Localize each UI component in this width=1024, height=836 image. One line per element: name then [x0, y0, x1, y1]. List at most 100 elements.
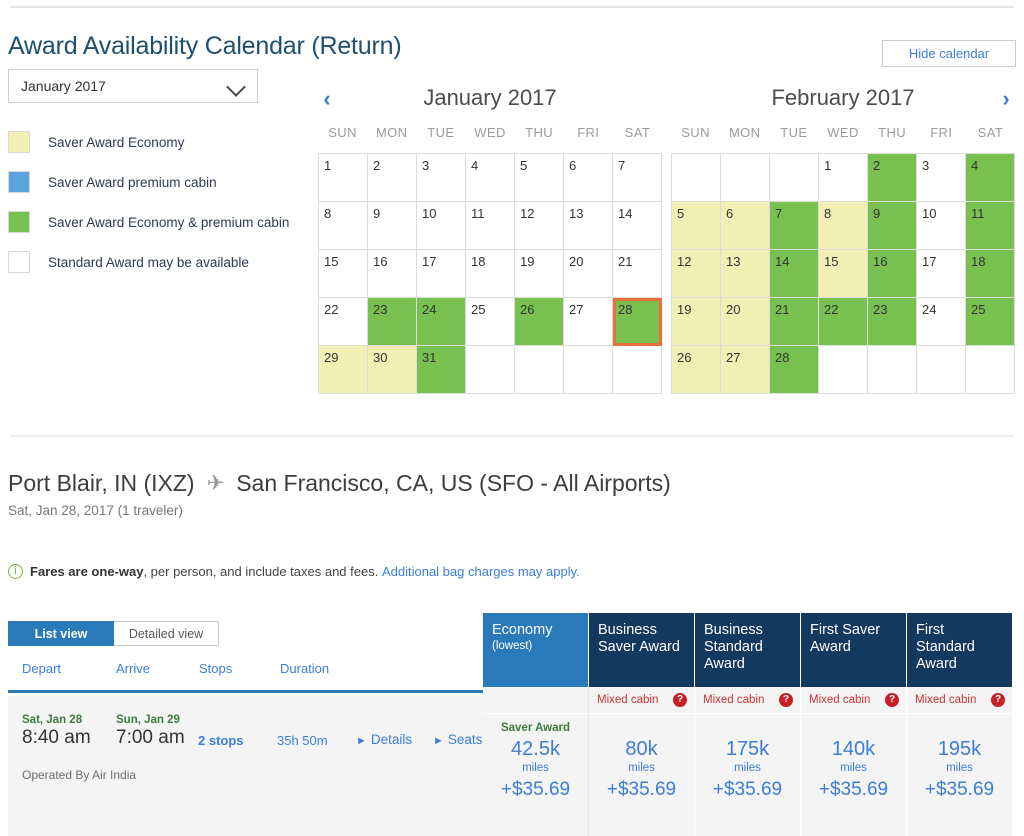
column-header-stops[interactable]: Stops	[199, 661, 232, 676]
calendar-day-6[interactable]: 6	[721, 202, 770, 250]
stops-value[interactable]: 2 stops	[198, 733, 244, 748]
help-icon[interactable]: ?	[673, 693, 687, 707]
calendar-day-empty	[868, 346, 917, 394]
calendar-day-9[interactable]: 9	[868, 202, 917, 250]
calendar-day-13[interactable]: 13	[564, 202, 613, 250]
calendar-day-7[interactable]: 7	[613, 154, 662, 202]
dow-wed: WED	[474, 125, 506, 140]
saver-award-label	[589, 722, 694, 737]
calendar-day-22[interactable]: 22	[819, 298, 868, 346]
top-divider	[10, 6, 1014, 8]
calendar-day-2[interactable]: 2	[368, 154, 417, 202]
triangle-right-icon: ►	[356, 735, 367, 747]
calendar-day-31[interactable]: 31	[417, 346, 466, 394]
calendar-day-10[interactable]: 10	[917, 202, 966, 250]
column-header-arrive[interactable]: Arrive	[116, 661, 150, 676]
calendar-day-5[interactable]: 5	[515, 154, 564, 202]
details-link[interactable]: ► Details	[356, 732, 412, 747]
calendar-day-18[interactable]: 18	[466, 250, 515, 298]
help-icon[interactable]: ?	[991, 693, 1005, 707]
calendar-day-17[interactable]: 17	[417, 250, 466, 298]
fare-price: +$35.69	[606, 779, 677, 800]
calendar-day-9[interactable]: 9	[368, 202, 417, 250]
calendar-day-15[interactable]: 15	[819, 250, 868, 298]
calendar-day-14[interactable]: 14	[770, 250, 819, 298]
calendar-day-3[interactable]: 3	[917, 154, 966, 202]
dow-wed: WED	[827, 125, 859, 140]
calendar-day-20[interactable]: 20	[721, 298, 770, 346]
calendar-day-28[interactable]: 28	[770, 346, 819, 394]
calendar-day-29[interactable]: 29	[319, 346, 368, 394]
calendar-day-23[interactable]: 23	[868, 298, 917, 346]
calendar-week: 12 13 14 15 16 17 18	[672, 250, 1015, 298]
calendar-day-27[interactable]: 27	[721, 346, 770, 394]
calendar-day-16[interactable]: 16	[368, 250, 417, 298]
calendar-day-13[interactable]: 13	[721, 250, 770, 298]
calendar-day-18[interactable]: 18	[966, 250, 1015, 298]
calendar-day-20[interactable]: 20	[564, 250, 613, 298]
legend-item-1: Saver Award premium cabin	[8, 162, 289, 202]
calendar-day-12[interactable]: 12	[672, 250, 721, 298]
fare-cell[interactable]: 195k miles +$35.69	[907, 713, 1013, 836]
calendar-day-16[interactable]: 16	[868, 250, 917, 298]
calendar-week: 26 27 28	[672, 346, 1015, 394]
fare-cell[interactable]: 80k miles +$35.69	[589, 713, 695, 836]
dow-sat: SAT	[624, 125, 651, 140]
saver-award-label	[801, 722, 906, 737]
calendar-day-25[interactable]: 25	[466, 298, 515, 346]
calendar-day-30[interactable]: 30	[368, 346, 417, 394]
bag-charges-link[interactable]: Additional bag charges may apply.	[382, 564, 580, 579]
calendar-day-12[interactable]: 12	[515, 202, 564, 250]
calendar-day-24[interactable]: 24	[917, 298, 966, 346]
calendar-day-21[interactable]: 21	[770, 298, 819, 346]
calendar-day-8[interactable]: 8	[319, 202, 368, 250]
calendar-day-22[interactable]: 22	[319, 298, 368, 346]
fare-cell[interactable]: Saver Award 42.5k miles +$35.69	[483, 713, 589, 836]
calendar-day-2[interactable]: 2	[868, 154, 917, 202]
calendar-day-6[interactable]: 6	[564, 154, 613, 202]
calendar-day-26[interactable]: 26	[515, 298, 564, 346]
column-header-depart[interactable]: Depart	[22, 661, 61, 676]
calendar-day-11[interactable]: 11	[966, 202, 1015, 250]
miles-unit: miles	[946, 762, 973, 774]
calendar-day-25[interactable]: 25	[966, 298, 1015, 346]
tab-list-view[interactable]: List view	[8, 621, 114, 646]
seats-link[interactable]: ► Seats	[433, 732, 482, 747]
calendar-day-4[interactable]: 4	[466, 154, 515, 202]
calendar-day-14[interactable]: 14	[613, 202, 662, 250]
calendar-day-10[interactable]: 10	[417, 202, 466, 250]
calendar-day-7[interactable]: 7	[770, 202, 819, 250]
help-icon[interactable]: ?	[779, 693, 793, 707]
calendar-day-19[interactable]: 19	[672, 298, 721, 346]
calendar-day-3[interactable]: 3	[417, 154, 466, 202]
mixed-cabin-row: Mixed cabin?	[589, 687, 695, 713]
calendar-day-5[interactable]: 5	[672, 202, 721, 250]
next-month-arrow-icon[interactable]: ›	[997, 85, 1015, 113]
calendar-day-26[interactable]: 26	[672, 346, 721, 394]
fare-column-header: First Standard Award	[907, 613, 1013, 687]
calendar-day-4[interactable]: 4	[966, 154, 1015, 202]
calendar-day-19[interactable]: 19	[515, 250, 564, 298]
tab-detailed-view[interactable]: Detailed view	[114, 621, 219, 646]
calendar-day-15[interactable]: 15	[319, 250, 368, 298]
fare-cell[interactable]: 175k miles +$35.69	[695, 713, 801, 836]
fare-cell[interactable]: 140k miles +$35.69	[801, 713, 907, 836]
month-select[interactable]: January 2017	[8, 69, 258, 103]
calendar-day-23[interactable]: 23	[368, 298, 417, 346]
calendar-day-27[interactable]: 27	[564, 298, 613, 346]
calendar-day-1[interactable]: 1	[319, 154, 368, 202]
calendar-day-17[interactable]: 17	[917, 250, 966, 298]
calendar-day-21[interactable]: 21	[613, 250, 662, 298]
calendar-day-24[interactable]: 24	[417, 298, 466, 346]
fare-column-title: Economy	[492, 622, 553, 638]
column-header-duration[interactable]: Duration	[280, 661, 329, 676]
calendar-day-11[interactable]: 11	[466, 202, 515, 250]
prev-month-arrow-icon[interactable]: ‹	[318, 85, 336, 113]
calendar-day-28[interactable]: 28	[613, 298, 662, 346]
hide-calendar-button[interactable]: Hide calendar	[882, 40, 1016, 67]
help-icon[interactable]: ?	[885, 693, 899, 707]
calendar-day-1[interactable]: 1	[819, 154, 868, 202]
table-row[interactable]: Sat, Jan 28 8:40 am Sun, Jan 29 7:00 am …	[8, 696, 483, 836]
fare-columns: Economy (lowest) Saver Award 42.5k miles +$35…	[483, 613, 1016, 836]
calendar-day-8[interactable]: 8	[819, 202, 868, 250]
